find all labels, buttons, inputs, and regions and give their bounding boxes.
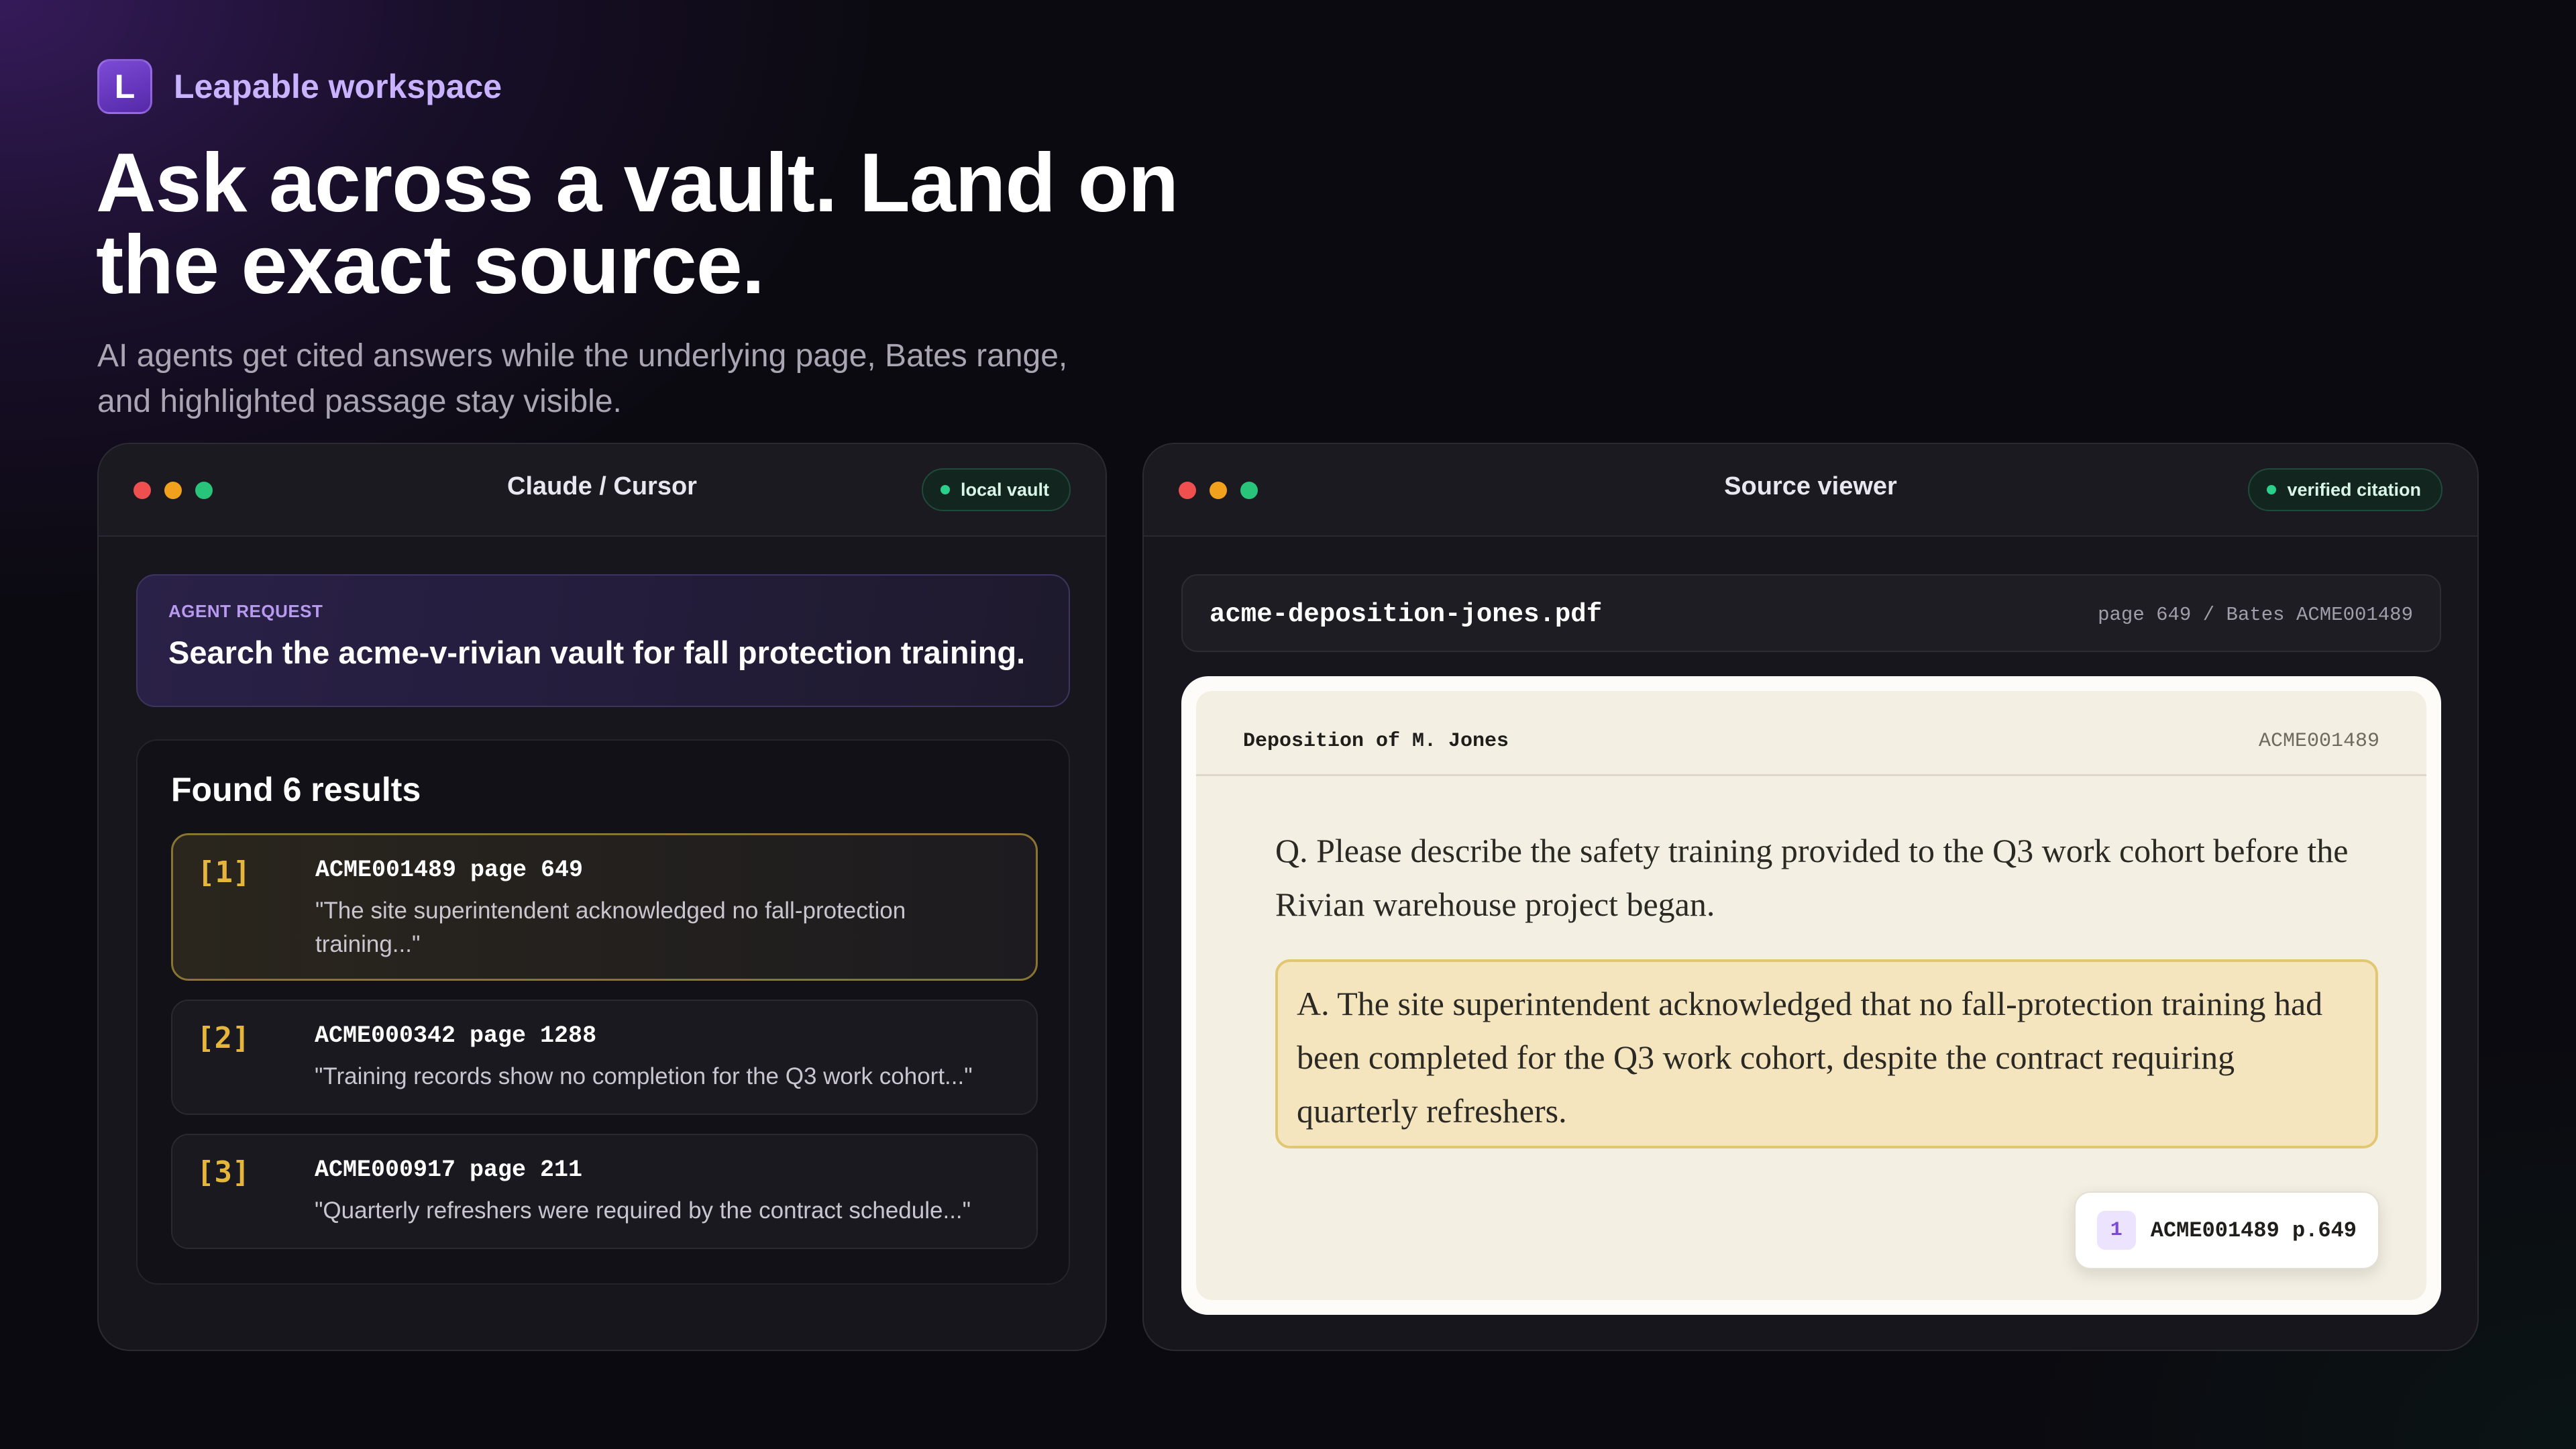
result-ref: ACME000342 page 1288 — [315, 1022, 597, 1049]
brand-name: Leapable workspace — [174, 68, 502, 105]
result-ref: ACME001489 page 649 — [315, 857, 584, 883]
agent-request-card: AGENT REQUEST Search the acme-v-rivian v… — [136, 574, 1070, 707]
document-bates-number: ACME001489 — [2258, 730, 2379, 753]
agent-request-label: AGENT REQUEST — [168, 601, 323, 621]
result-quote: "Quarterly refreshers were required by t… — [315, 1197, 971, 1224]
agent-window: Claude / Cursor local vault AGENT REQUES… — [97, 443, 1107, 1351]
document-page: Deposition of M. Jones ACME001489 Q. Ple… — [1181, 676, 2441, 1315]
result-quote: "The site superintendent acknowledged no… — [315, 898, 906, 957]
result-quote: "Training records show no completion for… — [315, 1063, 973, 1089]
result-index: [3] — [197, 1155, 250, 1189]
result-index: [1] — [197, 855, 251, 890]
verified-citation-badge: verified citation — [2248, 468, 2443, 511]
result-item-3[interactable]: [3] ACME000917 page 211 "Quarterly refre… — [171, 1134, 1038, 1249]
document-page-body: Deposition of M. Jones ACME001489 Q. Ple… — [1196, 691, 2426, 1300]
file-name: acme-deposition-jones.pdf — [1210, 600, 1603, 629]
document-header: Deposition of M. Jones ACME001489 — [1196, 691, 2426, 776]
results-panel: Found 6 results [1] ACME001489 page 649 … — [136, 739, 1070, 1285]
result-index: [2] — [197, 1021, 250, 1055]
deposition-question: Q. Please describe the safety training p… — [1275, 832, 2349, 923]
agent-request-text: Search the acme-v-rivian vault for fall … — [168, 635, 1026, 670]
citation-ref: ACME001489 p.649 — [2150, 1218, 2357, 1243]
status-dot-icon — [2267, 485, 2277, 494]
file-bar: acme-deposition-jones.pdf page 649 / Bat… — [1181, 574, 2441, 652]
result-ref: ACME000917 page 211 — [315, 1157, 583, 1183]
file-page-bates: page 649 / Bates ACME001489 — [2098, 604, 2413, 626]
source-viewer-window: Source viewer verified citation acme-dep… — [1142, 443, 2479, 1351]
verified-citation-badge-label: verified citation — [2287, 479, 2421, 500]
local-vault-badge: local vault — [921, 468, 1071, 511]
hero-headline: Ask across a vault. Land on the exact so… — [96, 137, 1179, 311]
status-dot-icon — [940, 485, 950, 494]
highlighted-answer-passage[interactable]: A. The site superintendent acknowledged … — [1275, 959, 2378, 1148]
result-item-2[interactable]: [2] ACME000342 page 1288 "Training recor… — [171, 1000, 1038, 1115]
source-viewer-titlebar: Source viewer verified citation — [1144, 444, 2477, 537]
agent-window-titlebar: Claude / Cursor local vault — [99, 444, 1106, 537]
brand: L Leapable workspace — [97, 59, 502, 114]
citation-chip[interactable]: 1 ACME001489 p.649 — [2074, 1191, 2379, 1269]
local-vault-badge-label: local vault — [960, 479, 1049, 500]
document-title: Deposition of M. Jones — [1243, 730, 1509, 753]
hero-subhead: AI agents get cited answers while the un… — [97, 338, 1068, 419]
brand-logo: L — [97, 59, 152, 114]
results-title: Found 6 results — [171, 771, 421, 808]
result-item-1[interactable]: [1] ACME001489 page 649 "The site superi… — [171, 833, 1038, 981]
citation-number: 1 — [2096, 1211, 2136, 1250]
